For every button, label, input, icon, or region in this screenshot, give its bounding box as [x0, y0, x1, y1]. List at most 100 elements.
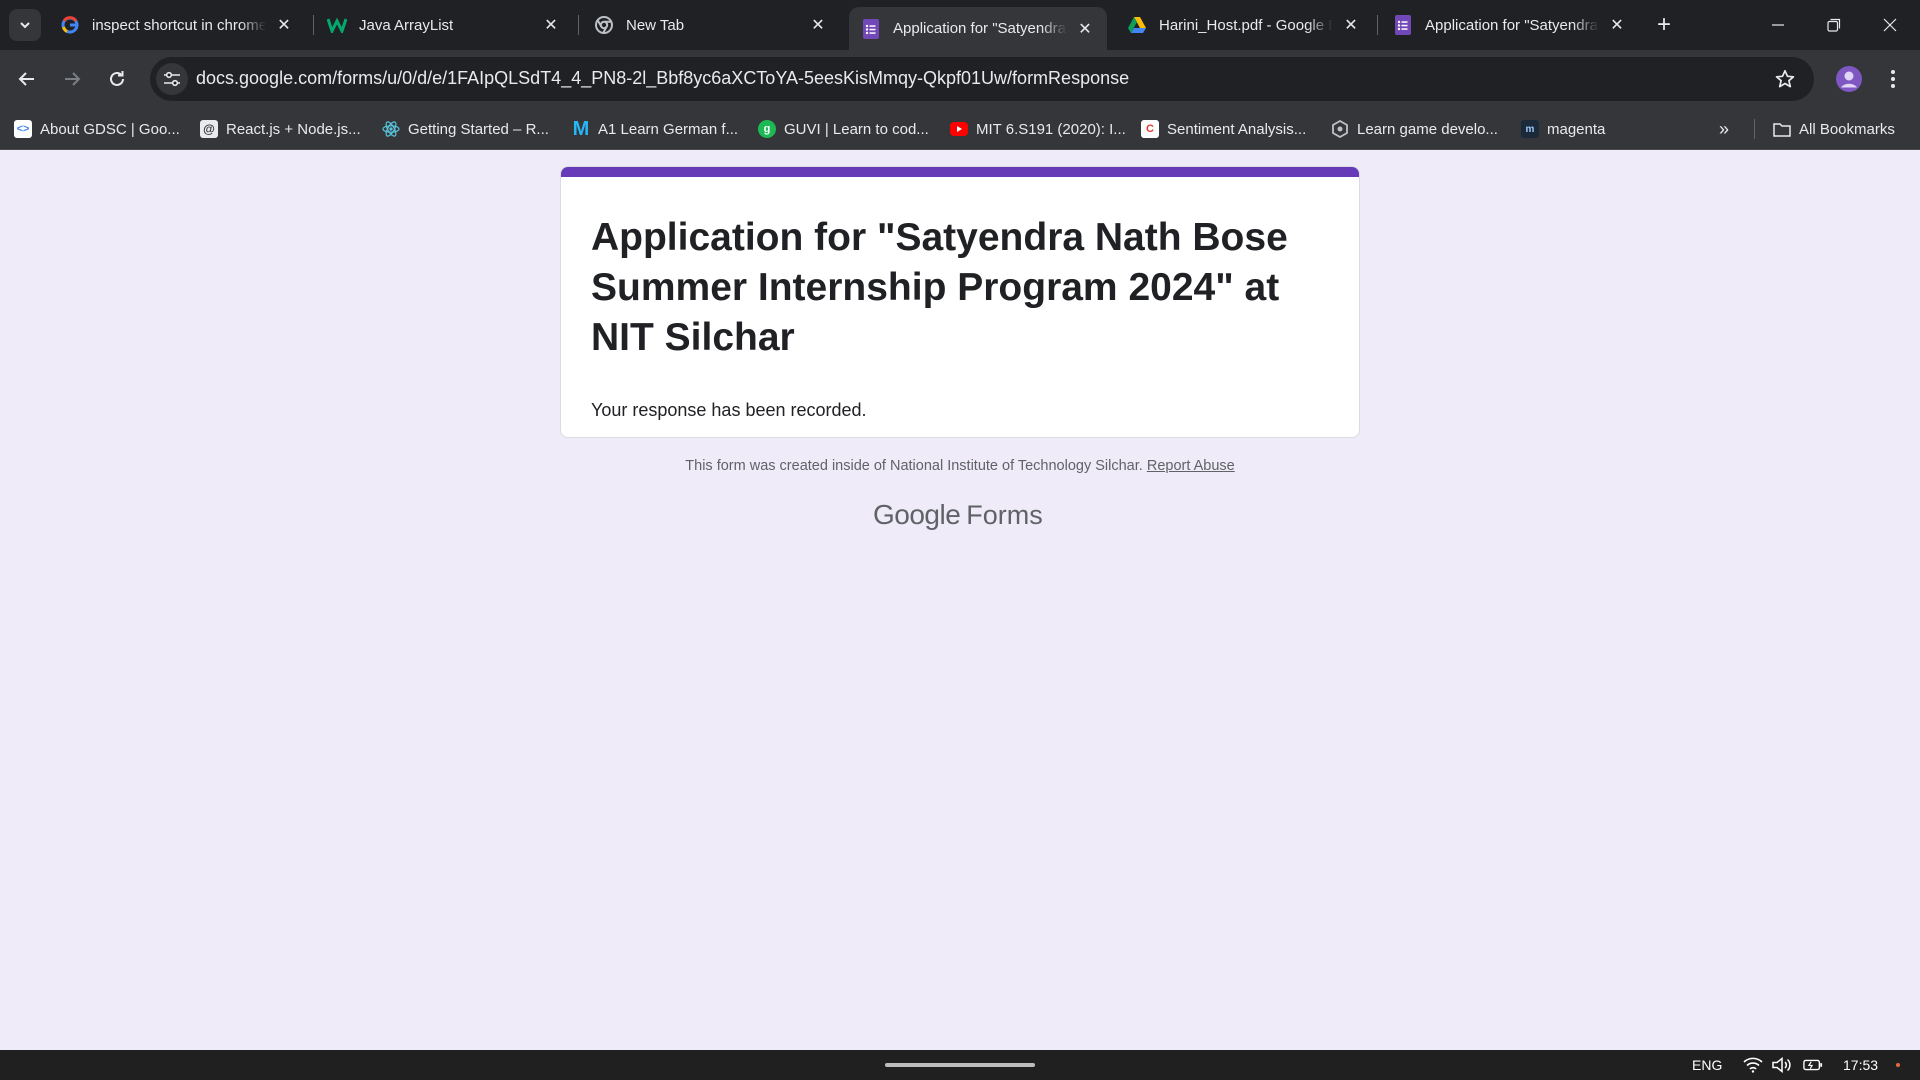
all-bookmarks-label: All Bookmarks	[1799, 120, 1895, 138]
tab-java-arraylist[interactable]: Java ArrayList ✕	[315, 8, 573, 42]
bookmark-gdsc[interactable]: <> About GDSC | Goo...	[14, 116, 180, 142]
bookmark-label: MIT 6.S191 (2020): I...	[976, 120, 1126, 138]
bookmark-star-button[interactable]	[1772, 66, 1798, 92]
address-bar[interactable]: docs.google.com/forms/u/0/d/e/1FAIpQLSdT…	[150, 57, 1814, 101]
back-button[interactable]	[9, 61, 45, 97]
all-bookmarks-button[interactable]: All Bookmarks	[1773, 116, 1895, 142]
tab-inspect-shortcut[interactable]: inspect shortcut in chrome ✕	[48, 8, 306, 42]
close-icon[interactable]: ✕	[274, 15, 294, 35]
minimize-button[interactable]	[1750, 0, 1806, 50]
google-icon	[60, 15, 80, 35]
close-icon[interactable]: ✕	[1607, 15, 1627, 35]
google-forms-logo[interactable]: Google Forms	[873, 499, 1043, 531]
tab-title: inspect shortcut in chrome	[92, 16, 266, 34]
close-window-button[interactable]	[1862, 0, 1918, 50]
plus-icon: +	[1656, 11, 1671, 38]
form-page: Application for "Satyendra Nath Bose Sum…	[0, 151, 1920, 1050]
magenta-icon: m	[1521, 120, 1539, 138]
close-icon[interactable]: ✕	[1341, 15, 1361, 35]
notification-dot[interactable]	[1896, 1063, 1900, 1067]
clock[interactable]: 17:53	[1843, 1057, 1878, 1073]
card-accent-bar	[561, 167, 1359, 177]
restore-icon	[1827, 18, 1841, 32]
volume-icon[interactable]	[1772, 1056, 1792, 1074]
tab-application-form-active[interactable]: Application for "Satyendra ✕	[849, 7, 1107, 50]
bookmark-learn-german[interactable]: M A1 Learn German f...	[572, 116, 738, 142]
google-forms-icon	[1393, 15, 1413, 35]
confirmation-message: Your response has been recorded.	[591, 400, 867, 420]
forward-button[interactable]	[54, 61, 90, 97]
bookmark-label: About GDSC | Goo...	[40, 120, 180, 138]
arrow-left-icon	[18, 72, 34, 86]
tab-application-form[interactable]: Application for "Satyendra ✕	[1381, 8, 1639, 42]
url-text[interactable]: docs.google.com/forms/u/0/d/e/1FAIpQLSdT…	[196, 68, 1129, 89]
close-icon[interactable]: ✕	[1075, 19, 1095, 39]
star-icon	[1775, 69, 1795, 88]
bookmarks-divider	[1754, 119, 1755, 139]
react-node-icon: @	[200, 120, 218, 138]
avatar-icon	[1836, 66, 1862, 92]
bookmark-getting-started[interactable]: Getting Started – R...	[382, 116, 549, 142]
browser-toolbar: docs.google.com/forms/u/0/d/e/1FAIpQLSdT…	[0, 50, 1920, 108]
bookmark-sentiment-analysis[interactable]: C Sentiment Analysis...	[1141, 116, 1306, 142]
tab-title: Java ArrayList	[359, 16, 454, 34]
bookmark-guvi[interactable]: g GUVI | Learn to cod...	[758, 116, 929, 142]
google-forms-icon	[861, 18, 881, 39]
bookmark-magenta[interactable]: m magenta	[1521, 116, 1605, 142]
more-bookmarks-button[interactable]: »	[1712, 119, 1736, 139]
chrome-icon	[594, 15, 614, 35]
forms-wordmark: Forms	[966, 500, 1043, 530]
taskbar-home-indicator[interactable]	[885, 1063, 1035, 1067]
more-vert-icon	[1891, 70, 1895, 88]
close-icon[interactable]: ✕	[808, 15, 828, 35]
m-logo-icon: M	[572, 117, 590, 140]
restore-button[interactable]	[1806, 0, 1862, 50]
w3schools-icon	[327, 15, 347, 35]
tab-new-tab[interactable]: New Tab ✕	[582, 8, 840, 42]
tab-google-drive-pdf[interactable]: Harini_Host.pdf - Google Drive ✕	[1115, 8, 1373, 42]
tab-title: Application for "Satyendra	[1425, 16, 1598, 34]
sentiment-icon: C	[1141, 120, 1159, 138]
tune-icon	[164, 71, 180, 87]
react-icon	[382, 120, 400, 138]
footer-text: This form was created inside of National…	[685, 458, 1143, 474]
tab-divider	[578, 15, 579, 35]
bookmark-react-node[interactable]: @ React.js + Node.js...	[200, 116, 361, 142]
bookmark-mit[interactable]: MIT 6.S191 (2020): I...	[950, 116, 1126, 142]
tab-title: Harini_Host.pdf - Google Drive	[1159, 16, 1333, 34]
bookmark-label: Sentiment Analysis...	[1167, 120, 1307, 138]
language-indicator[interactable]: ENG	[1692, 1057, 1722, 1073]
profile-button[interactable]	[1832, 62, 1866, 96]
tab-title: New Tab	[626, 16, 685, 34]
bookmark-label: Getting Started – R...	[408, 120, 549, 138]
google-wordmark: Google	[873, 499, 961, 530]
form-title: Application for "Satyendra Nath Bose Sum…	[591, 216, 1288, 359]
chevron-down-icon	[20, 22, 30, 29]
site-info-button[interactable]	[156, 63, 188, 95]
close-icon	[1883, 18, 1897, 32]
bookmarks-bar: <> About GDSC | Goo... @ React.js + Node…	[0, 108, 1920, 150]
game-dev-icon	[1331, 120, 1349, 138]
new-tab-button[interactable]: +	[1650, 11, 1678, 39]
tab-divider	[313, 15, 314, 35]
minimize-icon	[1772, 24, 1784, 26]
bookmark-game-dev[interactable]: Learn game develo...	[1331, 116, 1498, 142]
reload-button[interactable]	[99, 61, 135, 97]
google-drive-icon	[1127, 15, 1147, 35]
bookmark-label: A1 Learn German f...	[598, 120, 739, 138]
tab-search-button[interactable]	[9, 9, 41, 41]
wifi-icon[interactable]	[1743, 1056, 1763, 1074]
close-icon[interactable]: ✕	[541, 15, 561, 35]
report-abuse-link[interactable]: Report Abuse	[1147, 458, 1235, 474]
double-chevron-right-icon: »	[1718, 118, 1729, 139]
reload-icon	[110, 71, 124, 86]
battery-icon[interactable]	[1803, 1056, 1823, 1074]
bookmark-label: React.js + Node.js...	[226, 120, 361, 138]
arrow-right-icon	[65, 72, 81, 86]
youtube-icon	[950, 120, 968, 138]
bookmark-label: magenta	[1547, 120, 1606, 138]
tab-divider	[1377, 15, 1378, 35]
browser-menu-button[interactable]	[1878, 62, 1908, 96]
gdsc-icon: <>	[14, 120, 32, 138]
bookmark-label: Learn game develo...	[1357, 120, 1498, 138]
